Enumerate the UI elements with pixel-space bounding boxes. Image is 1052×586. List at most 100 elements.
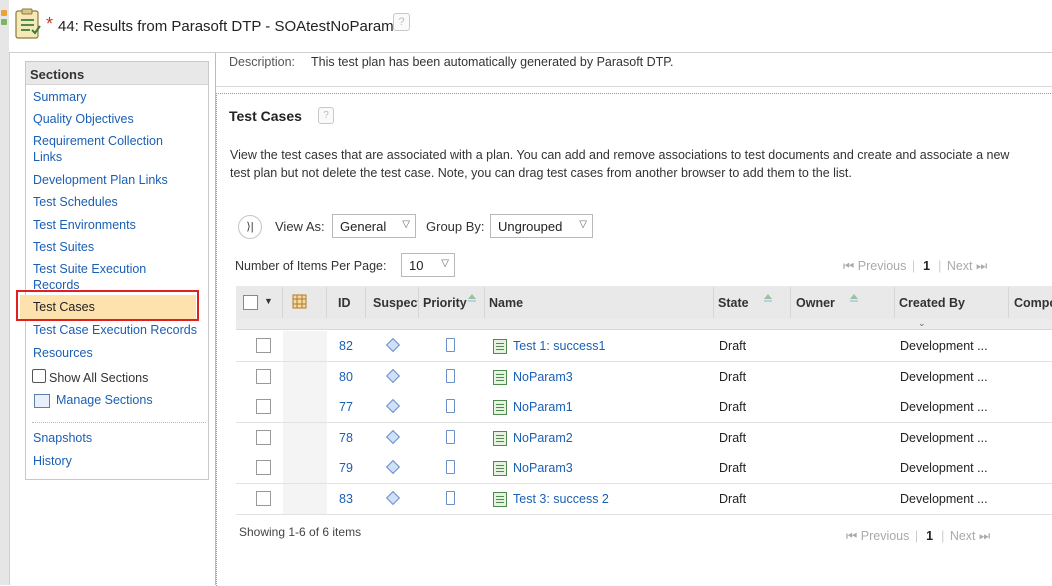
page-title: 44: Results from Parasoft DTP - SOAtestN…: [58, 18, 394, 35]
row-name-link[interactable]: NoParam3: [513, 370, 573, 384]
column-header-priority[interactable]: Priority: [423, 296, 467, 310]
row-id-link[interactable]: 78: [339, 431, 353, 445]
manage-sections-icon[interactable]: [34, 394, 50, 408]
priority-icon: [446, 338, 455, 352]
items-per-page-select[interactable]: 10 ▽: [401, 253, 455, 277]
column-header-name[interactable]: Name: [489, 296, 523, 310]
row-name-link[interactable]: NoParam1: [513, 400, 573, 414]
row-state: Draft: [719, 339, 747, 353]
row-checkbox[interactable]: [256, 399, 271, 414]
view-as-value: General: [340, 219, 387, 234]
manage-sections-link[interactable]: Manage Sections: [56, 393, 153, 408]
row-checkbox[interactable]: [256, 460, 271, 475]
row-id-link[interactable]: 80: [339, 370, 353, 384]
row-created-by: Development ...: [900, 492, 988, 506]
row-checkbox[interactable]: [256, 369, 271, 384]
show-all-sections-label: Show All Sections: [49, 371, 149, 385]
row-name-link[interactable]: Test 1: success1: [513, 339, 605, 353]
sort-icon[interactable]: [467, 293, 477, 303]
show-all-sections-checkbox[interactable]: [32, 369, 46, 383]
row-id-link[interactable]: 79: [339, 461, 353, 475]
current-page: 1: [923, 259, 931, 273]
test-case-icon: [493, 400, 507, 415]
sidebar-divider: [32, 422, 206, 423]
sidebar-item-test-schedules[interactable]: Test Schedules: [33, 195, 118, 210]
row-id-link[interactable]: 83: [339, 492, 353, 506]
items-per-page-value: 10: [409, 258, 424, 273]
row-id-link[interactable]: 82: [339, 339, 353, 353]
current-page: 1: [926, 529, 934, 543]
row-checkbox[interactable]: [256, 338, 271, 353]
sort-icon[interactable]: [849, 293, 859, 303]
sidebar-item-test-environments[interactable]: Test Environments: [33, 218, 136, 233]
sidebar-item-quality-objectives[interactable]: Quality Objectives: [33, 112, 134, 127]
priority-icon: [446, 491, 455, 505]
column-header-id[interactable]: ID: [338, 296, 351, 310]
column-header-created-by[interactable]: Created By: [899, 296, 965, 310]
row-name-link[interactable]: Test 3: success 2: [513, 492, 609, 506]
sidebar-item-test-case-execution-records[interactable]: Test Case Execution Records: [33, 323, 197, 338]
sort-icon[interactable]: [763, 293, 773, 303]
row-checkbox[interactable]: [256, 430, 271, 445]
pagination-bottom: ⏮ Previous | 1 | Next ⏭: [846, 529, 991, 543]
row-name-link[interactable]: NoParam2: [513, 431, 573, 445]
panel-status-icon: [1, 19, 7, 25]
sidebar-item-requirement-collection-links[interactable]: Requirement Collection: [33, 134, 163, 149]
last-page-icon: ⏭: [976, 259, 988, 273]
suspect-icon: [385, 368, 401, 384]
sidebar-item-history[interactable]: History: [33, 454, 72, 469]
section-description-line-2: test plan but not delete the test case. …: [230, 166, 852, 180]
help-icon[interactable]: ?: [318, 107, 334, 124]
chevron-down-icon: ▽: [402, 219, 410, 230]
suspect-icon: [385, 459, 401, 475]
collapse-panel-button[interactable]: ⟩|: [238, 215, 262, 239]
priority-icon: [446, 369, 455, 383]
select-all-checkbox[interactable]: [243, 295, 258, 310]
view-as-label: View As:: [275, 219, 325, 234]
column-header-owner[interactable]: Owner: [796, 296, 835, 310]
column-header-component[interactable]: Compo: [1014, 296, 1052, 310]
row-id-link[interactable]: 77: [339, 400, 353, 414]
sidebar-item-snapshots[interactable]: Snapshots: [33, 431, 92, 446]
table-row: 83 Test 3: success 2 Draft Development .…: [236, 484, 1052, 515]
items-count-text: Showing 1-6 of 6 items: [239, 525, 362, 539]
section-description-line-1: View the test cases that are associated …: [230, 148, 1010, 162]
row-state: Draft: [719, 370, 747, 384]
chevron-down-icon: ▽: [441, 258, 449, 269]
sidebar-item-resources[interactable]: Resources: [33, 346, 93, 361]
row-created-by: Development ...: [900, 431, 988, 445]
last-page-icon: ⏭: [979, 529, 991, 543]
group-by-label: Group By:: [426, 219, 485, 234]
column-header-suspect[interactable]: Suspect: [373, 296, 418, 310]
table-header-subrow: [236, 319, 1052, 330]
items-per-page-label: Number of Items Per Page:: [235, 259, 387, 273]
section-title: Test Cases: [229, 108, 302, 124]
test-case-icon: [493, 431, 507, 446]
previous-page-button: Previous: [857, 259, 907, 273]
row-created-by: Development ...: [900, 400, 988, 414]
sidebar-item-test-suite-execution-records[interactable]: Test Suite Execution: [33, 262, 146, 277]
help-icon[interactable]: ?: [393, 13, 410, 31]
column-header-state[interactable]: State: [718, 296, 749, 310]
select-menu-caret-icon[interactable]: ▼: [264, 296, 273, 306]
sidebar-item-summary[interactable]: Summary: [33, 90, 86, 105]
test-plan-icon: [15, 8, 41, 39]
column-settings-icon[interactable]: [292, 294, 307, 309]
view-as-select[interactable]: General ▽: [332, 214, 416, 238]
priority-icon: [446, 399, 455, 413]
sidebar-item-test-suites[interactable]: Test Suites: [33, 240, 94, 255]
test-case-icon: [493, 370, 507, 385]
row-checkbox[interactable]: [256, 491, 271, 506]
annotation-highlight-box: [16, 290, 199, 321]
table-row: 80 NoParam3 Draft Development ...: [236, 362, 1052, 393]
sidebar-item-requirement-collection-links-cont[interactable]: Links: [33, 150, 62, 165]
panel-toggle-icon[interactable]: [1, 10, 7, 16]
row-name-link[interactable]: NoParam3: [513, 461, 573, 475]
row-state: Draft: [719, 400, 747, 414]
next-page-button: Next: [946, 259, 973, 273]
group-by-select[interactable]: Ungrouped ▽: [490, 214, 593, 238]
row-state: Draft: [719, 461, 747, 475]
description-text: This test plan has been automatically ge…: [311, 55, 674, 69]
sidebar-item-development-plan-links[interactable]: Development Plan Links: [33, 173, 168, 188]
unsaved-indicator: *: [46, 14, 54, 34]
